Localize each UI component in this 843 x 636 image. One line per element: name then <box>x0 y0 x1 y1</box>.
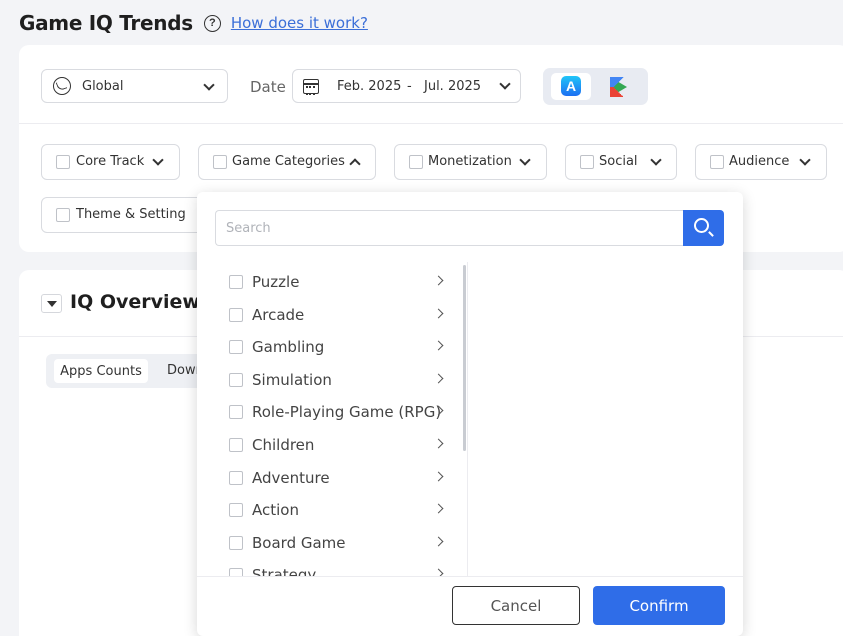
store-toggle: A <box>543 68 648 105</box>
date-separator: - <box>407 79 412 94</box>
cancel-button[interactable]: Cancel <box>452 586 580 625</box>
checkbox[interactable] <box>56 208 70 222</box>
game-categories-dropdown: Search Puzzle Arcade Gambling Simulation… <box>197 192 743 636</box>
category-label: Arcade <box>252 306 305 324</box>
chevron-right-icon[interactable] <box>433 536 444 547</box>
question-circle-icon[interactable]: ? <box>203 14 221 32</box>
chip-audience[interactable]: Audience <box>695 144 827 180</box>
date-end[interactable]: Jul. 2025 <box>424 79 481 94</box>
list-item[interactable]: Children <box>197 428 457 460</box>
chevron-up-icon <box>349 158 361 170</box>
chip-theme-setting[interactable]: Theme & Setting <box>41 197 211 233</box>
chevron-right-icon[interactable] <box>433 503 444 514</box>
category-label: Puzzle <box>252 273 300 291</box>
checkbox[interactable] <box>229 340 243 354</box>
date-range-picker[interactable]: Feb. 2025 - Jul. 2025 <box>292 69 521 103</box>
checkbox[interactable] <box>229 503 243 517</box>
checkbox[interactable] <box>580 155 594 169</box>
how-does-it-work-link[interactable]: How does it work? <box>231 14 368 32</box>
search-input[interactable]: Search <box>215 210 684 246</box>
globe-icon <box>53 77 71 95</box>
checkbox[interactable] <box>229 568 243 576</box>
chip-label: Theme & Setting <box>76 207 186 222</box>
google-play-icon[interactable] <box>610 77 627 97</box>
search-button[interactable] <box>683 210 724 246</box>
checkbox[interactable] <box>710 155 724 169</box>
list-item[interactable]: Strategy <box>197 558 457 576</box>
page-title: Game IQ Trends <box>19 11 193 35</box>
chip-label: Game Categories <box>232 154 345 169</box>
date-start[interactable]: Feb. 2025 <box>337 79 401 94</box>
chevron-down-icon <box>152 154 164 166</box>
list-item[interactable]: Gambling <box>197 330 457 362</box>
chevron-right-icon[interactable] <box>433 438 444 449</box>
chevron-right-icon[interactable] <box>433 308 444 319</box>
category-label: Simulation <box>252 371 332 389</box>
chevron-right-icon[interactable] <box>433 340 444 351</box>
chevron-down-icon <box>650 154 662 166</box>
checkbox[interactable] <box>56 155 70 169</box>
checkbox[interactable] <box>229 405 243 419</box>
list-item[interactable]: Role-Playing Game (RPG) <box>197 395 457 427</box>
chip-monetization[interactable]: Monetization <box>394 144 547 180</box>
chip-game-categories[interactable]: Game Categories <box>198 144 376 180</box>
chip-core-track[interactable]: Core Track <box>41 144 180 180</box>
category-list: Puzzle Arcade Gambling Simulation Role-P… <box>197 262 467 576</box>
overview-title: IQ Overview <box>70 291 200 313</box>
chip-label: Audience <box>729 154 790 169</box>
search-icon <box>694 218 709 233</box>
store-option-app-store[interactable]: A <box>551 73 591 100</box>
region-select[interactable]: Global <box>41 69 228 103</box>
checkbox[interactable] <box>229 373 243 387</box>
chevron-right-icon[interactable] <box>433 373 444 384</box>
collapse-toggle-icon[interactable] <box>41 294 62 313</box>
checkbox[interactable] <box>229 536 243 550</box>
panel-divider <box>467 262 468 576</box>
footer-divider <box>197 576 743 577</box>
category-label: Role-Playing Game (RPG) <box>252 403 442 421</box>
date-label: Date <box>250 78 286 96</box>
list-item[interactable]: Board Game <box>197 526 457 558</box>
app-store-icon: A <box>561 76 581 96</box>
category-label: Children <box>252 436 315 454</box>
chevron-right-icon[interactable] <box>433 568 444 576</box>
list-item[interactable]: Simulation <box>197 363 457 395</box>
chip-label: Social <box>599 154 638 169</box>
filter-divider <box>19 123 843 124</box>
title-row: Game IQ Trends ? How does it work? <box>19 8 368 38</box>
checkbox[interactable] <box>229 308 243 322</box>
tab-apps-counts[interactable]: Apps Counts <box>54 359 148 383</box>
chevron-down-icon <box>799 154 811 166</box>
list-item[interactable]: Adventure <box>197 461 457 493</box>
chip-social[interactable]: Social <box>565 144 677 180</box>
category-label: Strategy <box>252 566 317 576</box>
confirm-button[interactable]: Confirm <box>593 586 725 625</box>
region-value: Global <box>82 79 124 94</box>
chevron-down-icon <box>203 79 215 91</box>
checkbox[interactable] <box>229 438 243 452</box>
overview-metric-tabs: Apps Counts Down <box>46 354 206 388</box>
list-item[interactable]: Action <box>197 493 457 525</box>
list-scrollbar[interactable] <box>463 265 466 451</box>
category-label: Action <box>252 501 299 519</box>
checkbox[interactable] <box>213 155 227 169</box>
calendar-icon <box>303 79 319 95</box>
category-label: Gambling <box>252 338 325 356</box>
chip-label: Core Track <box>76 154 145 169</box>
chevron-right-icon[interactable] <box>433 275 444 286</box>
chevron-down-icon <box>499 78 511 90</box>
list-item[interactable]: Puzzle <box>197 265 457 297</box>
checkbox[interactable] <box>229 275 243 289</box>
list-item[interactable]: Arcade <box>197 298 457 330</box>
chevron-down-icon <box>519 154 531 166</box>
checkbox[interactable] <box>409 155 423 169</box>
category-label: Board Game <box>252 534 346 552</box>
category-label: Adventure <box>252 469 330 487</box>
chip-label: Monetization <box>428 154 512 169</box>
chevron-right-icon[interactable] <box>433 471 444 482</box>
checkbox[interactable] <box>229 471 243 485</box>
